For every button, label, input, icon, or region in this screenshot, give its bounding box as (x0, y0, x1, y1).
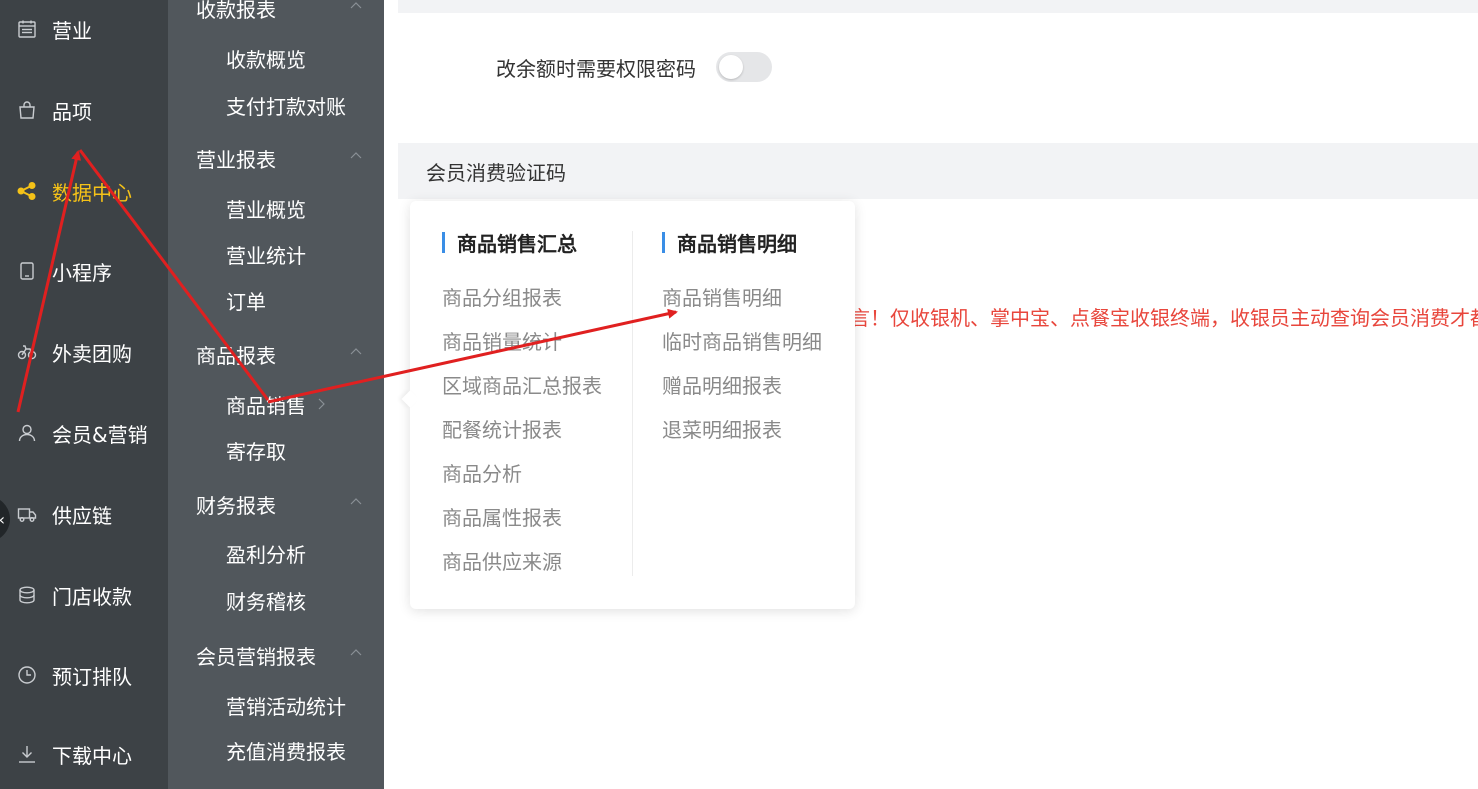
sub-item-product-sales[interactable]: 商品销售 (168, 384, 384, 424)
chevron-right-icon (318, 398, 325, 410)
sub-label: 支付打款对账 (226, 94, 346, 119)
nav-item-business[interactable]: 营业 (0, 9, 168, 49)
secondary-sidebar: 收款报表 收款概览 支付打款对账 营业报表 营业概览 营业统计 订单 商品报表 … (168, 0, 384, 789)
nav-label: 外卖团购 (52, 341, 132, 366)
nav-label: 门店收款 (52, 584, 132, 609)
nav-item-supply-chain[interactable]: 供应链 (0, 494, 168, 534)
bag-icon (16, 99, 38, 121)
sub-item-business-overview[interactable]: 营业概览 (168, 188, 384, 228)
chevron-up-icon (350, 498, 362, 505)
sub-label: 寄存取 (226, 439, 286, 464)
nav-item-products[interactable]: 品项 (0, 90, 168, 130)
nav-label: 小程序 (52, 260, 112, 285)
group-label: 营业报表 (196, 147, 276, 172)
nav-label: 数据中心 (52, 180, 132, 205)
column-title: 商品销售汇总 (442, 230, 577, 256)
nav-label: 供应链 (52, 503, 112, 528)
truck-icon (16, 503, 38, 525)
sub-item-campaign-stats[interactable]: 营销活动统计 (168, 685, 384, 725)
group-label: 商品报表 (196, 343, 276, 368)
menu-item-supply-source[interactable]: 商品供应来源 (442, 548, 562, 576)
sub-label: 盈利分析 (226, 542, 306, 567)
balance-password-toggle[interactable] (716, 52, 772, 82)
menu-item-temp-sales-detail[interactable]: 临时商品销售明细 (662, 328, 822, 356)
toggle-knob (719, 55, 743, 79)
nav-item-reservation-queue[interactable]: 预订排队 (0, 655, 168, 695)
group-finance-reports[interactable]: 财务报表 (168, 484, 384, 524)
nav-label: 品项 (52, 99, 92, 124)
group-label: 会员营销报表 (196, 644, 316, 669)
warning-text: 言！仅收银机、掌中宝、点餐宝收银终端，收银员主动查询会员消费才都 (850, 306, 1478, 330)
chevron-up-icon (350, 348, 362, 355)
sub-label: 营销活动统计 (226, 694, 346, 719)
accent-bar (662, 231, 665, 253)
user-icon (16, 422, 38, 444)
menu-item-group-report[interactable]: 商品分组报表 (442, 284, 562, 312)
database-icon (16, 584, 38, 606)
sub-item-payment-overview[interactable]: 收款概览 (168, 38, 384, 78)
sub-label: 商品销售 (226, 393, 306, 418)
group-member-marketing-reports[interactable]: 会员营销报表 (168, 635, 384, 675)
section-header: 会员消费验证码 (398, 143, 1478, 199)
sub-label: 营业统计 (226, 243, 306, 268)
nav-label: 预订排队 (52, 664, 132, 689)
menu-item-return-detail[interactable]: 退菜明细报表 (662, 416, 782, 444)
sub-item-payment-reconcile[interactable]: 支付打款对账 (168, 85, 384, 125)
balance-password-setting: 改余额时需要权限密码 (496, 48, 772, 86)
nav-label: 营业 (52, 18, 92, 43)
nav-item-store-payment[interactable]: 门店收款 (0, 575, 168, 615)
chevron-up-icon (350, 152, 362, 159)
chevron-up-icon (350, 649, 362, 656)
product-sales-popup: 商品销售汇总 商品分组报表 商品销量统计 区域商品汇总报表 配餐统计报表 商品分… (401, 201, 855, 609)
menu-item-sales-detail[interactable]: 商品销售明细 (662, 284, 782, 312)
menu-item-sales-volume[interactable]: 商品销量统计 (442, 328, 562, 356)
column-divider (632, 231, 633, 576)
chevron-left-icon: ‹ (0, 510, 5, 529)
column-title: 商品销售明细 (662, 230, 797, 256)
group-label: 财务报表 (196, 493, 276, 518)
section-title: 会员消费验证码 (426, 160, 566, 185)
bike-icon (16, 341, 38, 363)
sub-label: 充值消费报表 (226, 739, 346, 764)
menu-item-gift-detail[interactable]: 赠品明细报表 (662, 372, 782, 400)
nav-item-data-center[interactable]: 数据中心 (0, 171, 168, 211)
primary-sidebar: 营业 品项 数据中心 小程序 外卖团购 会员&营销 供应链 门店收款 预订排队 … (0, 0, 168, 789)
sub-item-storage[interactable]: 寄存取 (168, 430, 384, 470)
sub-item-finance-audit[interactable]: 财务稽核 (168, 580, 384, 620)
group-payment-reports[interactable]: 收款报表 (168, 0, 384, 28)
top-strip (398, 0, 1478, 13)
sub-label: 营业概览 (226, 197, 306, 222)
popup-pointer (401, 390, 419, 408)
sub-item-profit-analysis[interactable]: 盈利分析 (168, 533, 384, 573)
column-title-text: 商品销售汇总 (457, 231, 577, 256)
menu-item-area-summary[interactable]: 区域商品汇总报表 (442, 372, 602, 400)
menu-item-attribute-report[interactable]: 商品属性报表 (442, 504, 562, 532)
accent-bar (442, 231, 445, 253)
menu-item-combo-stats[interactable]: 配餐统计报表 (442, 416, 562, 444)
menu-item-product-analysis[interactable]: 商品分析 (442, 460, 522, 488)
sub-label: 订单 (226, 289, 266, 314)
group-label: 收款报表 (196, 0, 276, 22)
column-title-text: 商品销售明细 (677, 231, 797, 256)
sub-item-business-stats[interactable]: 营业统计 (168, 234, 384, 274)
clock-icon (16, 664, 38, 686)
nav-item-download-center[interactable]: 下载中心 (0, 734, 168, 774)
sub-label: 收款概览 (226, 47, 306, 72)
nav-item-mini-program[interactable]: 小程序 (0, 251, 168, 291)
group-product-reports[interactable]: 商品报表 (168, 334, 384, 374)
chevron-up-icon (350, 2, 362, 9)
nav-label: 会员&营销 (52, 422, 148, 447)
calendar-icon (16, 18, 38, 40)
download-icon (16, 743, 38, 765)
phone-icon (16, 260, 38, 282)
nav-label: 下载中心 (52, 743, 132, 768)
share-icon (16, 180, 38, 202)
sub-item-orders[interactable]: 订单 (168, 280, 384, 320)
sub-label: 财务稽核 (226, 589, 306, 614)
sub-item-recharge-report[interactable]: 充值消费报表 (168, 730, 384, 770)
group-business-reports[interactable]: 营业报表 (168, 138, 384, 178)
setting-label: 改余额时需要权限密码 (496, 56, 696, 81)
nav-item-member-marketing[interactable]: 会员&营销 (0, 413, 168, 453)
nav-item-delivery[interactable]: 外卖团购 (0, 332, 168, 372)
